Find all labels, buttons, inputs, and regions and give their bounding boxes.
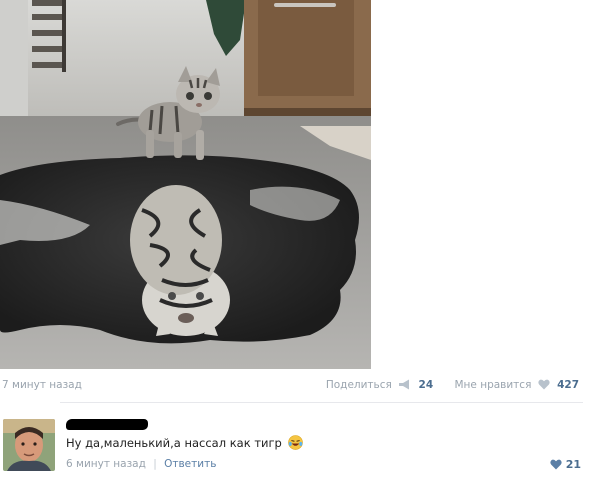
- like-count: 427: [557, 379, 579, 391]
- divider: [60, 402, 583, 403]
- post-actions: Поделиться 24 Мне нравится 427: [308, 379, 579, 391]
- author-name-redacted: [66, 419, 148, 430]
- comment-timestamp[interactable]: 6 минут назад: [66, 458, 146, 470]
- reply-button[interactable]: Ответить: [164, 458, 216, 470]
- comment-meta: 6 минут назад | Ответить: [66, 458, 216, 470]
- post-meta-row: 7 минут назад Поделиться 24 Мне нравится…: [0, 376, 583, 394]
- share-count: 24: [418, 379, 434, 391]
- comment-body: Ну да,маленький,а нассал как тигр: [66, 435, 303, 450]
- avatar[interactable]: [3, 419, 55, 471]
- separator: |: [153, 458, 157, 470]
- comment-like-count: 21: [565, 458, 581, 471]
- comment-like-button[interactable]: 21: [550, 458, 581, 471]
- post-timestamp[interactable]: 7 минут назад: [2, 379, 82, 391]
- like-button[interactable]: Мне нравится 427: [454, 379, 579, 391]
- laughing-tears-emoji-icon: [287, 435, 303, 450]
- heart-icon: [550, 459, 562, 470]
- like-label: Мне нравится: [454, 379, 532, 391]
- share-button[interactable]: Поделиться 24: [326, 379, 437, 391]
- comment-text: Ну да,маленький,а нассал как тигр: [66, 436, 282, 450]
- heart-icon: [538, 379, 550, 390]
- post-image[interactable]: [0, 0, 371, 369]
- share-megaphone-icon: [399, 379, 410, 390]
- share-label: Поделиться: [325, 379, 392, 391]
